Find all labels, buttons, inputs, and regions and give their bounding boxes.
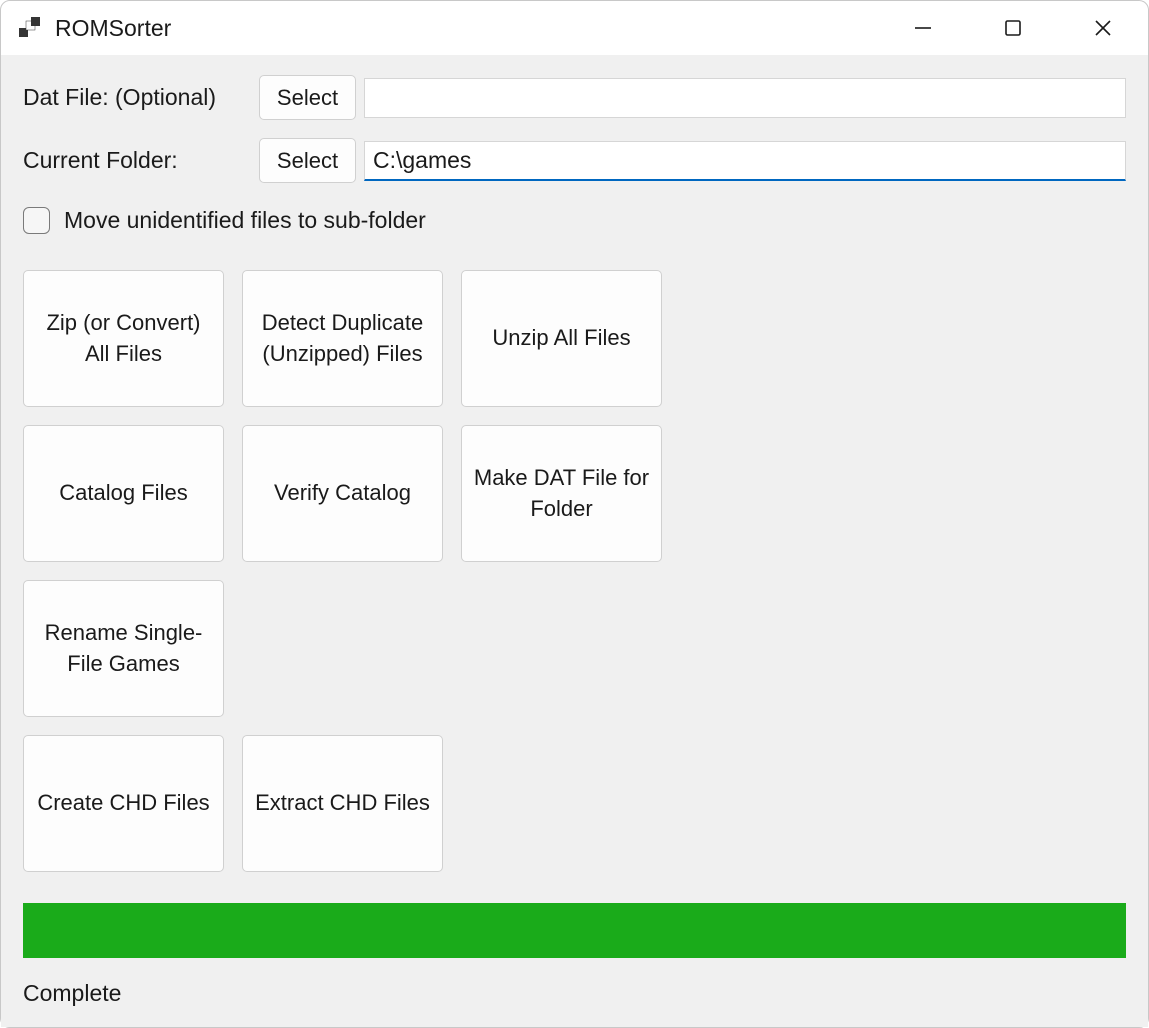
- titlebar[interactable]: ROMSorter: [1, 1, 1148, 55]
- dat-file-label: Dat File: (Optional): [23, 84, 259, 111]
- button-row-1: Zip (or Convert) All Files Detect Duplic…: [23, 270, 1126, 407]
- make-dat-button[interactable]: Make DAT File for Folder: [461, 425, 662, 562]
- button-row-3: Rename Single-File Games: [23, 580, 1126, 717]
- button-row-2: Catalog Files Verify Catalog Make DAT Fi…: [23, 425, 1126, 562]
- spacer: [23, 872, 1126, 903]
- client-area: Dat File: (Optional) Select Current Fold…: [1, 55, 1148, 1027]
- dat-select-button[interactable]: Select: [259, 75, 356, 120]
- button-row-4: Create CHD Files Extract CHD Files: [23, 735, 1126, 872]
- close-button[interactable]: [1058, 1, 1148, 55]
- dat-file-row: Dat File: (Optional) Select: [23, 75, 1126, 120]
- unzip-all-button[interactable]: Unzip All Files: [461, 270, 662, 407]
- move-unidentified-row: Move unidentified files to sub-folder: [23, 207, 1126, 234]
- minimize-button[interactable]: [878, 1, 968, 55]
- maximize-button[interactable]: [968, 1, 1058, 55]
- zip-all-button[interactable]: Zip (or Convert) All Files: [23, 270, 224, 407]
- progress-bar: [23, 903, 1126, 958]
- dat-file-input[interactable]: [364, 78, 1126, 118]
- status-text: Complete: [23, 980, 1126, 1011]
- window-controls: [878, 1, 1148, 55]
- rename-games-button[interactable]: Rename Single-File Games: [23, 580, 224, 717]
- move-unidentified-label: Move unidentified files to sub-folder: [64, 207, 426, 234]
- extract-chd-button[interactable]: Extract CHD Files: [242, 735, 443, 872]
- current-folder-input[interactable]: [364, 141, 1126, 181]
- window-title: ROMSorter: [55, 15, 878, 42]
- move-unidentified-checkbox[interactable]: [23, 207, 50, 234]
- app-icon: [19, 17, 41, 39]
- detect-duplicate-button[interactable]: Detect Duplicate (Unzipped) Files: [242, 270, 443, 407]
- current-folder-row: Current Folder: Select: [23, 138, 1126, 183]
- create-chd-button[interactable]: Create CHD Files: [23, 735, 224, 872]
- current-folder-label: Current Folder:: [23, 147, 259, 174]
- action-button-grid: Zip (or Convert) All Files Detect Duplic…: [23, 270, 1126, 872]
- catalog-files-button[interactable]: Catalog Files: [23, 425, 224, 562]
- folder-select-button[interactable]: Select: [259, 138, 356, 183]
- app-window: ROMSorter Dat File: (Optional) Select Cu…: [0, 0, 1149, 1028]
- verify-catalog-button[interactable]: Verify Catalog: [242, 425, 443, 562]
